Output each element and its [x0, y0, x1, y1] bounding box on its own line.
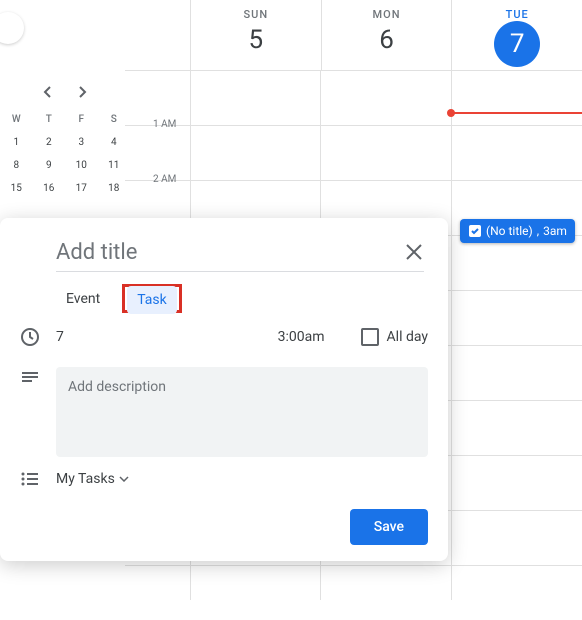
tab-event[interactable]: Event	[56, 285, 110, 313]
current-time-indicator	[451, 112, 582, 114]
date-value[interactable]: 7	[56, 329, 64, 345]
mini-date[interactable]: 17	[65, 177, 98, 200]
day-name: MON	[322, 8, 452, 21]
mini-weekday: W	[0, 108, 33, 131]
day-name: TUE	[452, 8, 582, 21]
hour-label: 1 AM	[153, 119, 176, 130]
description-input[interactable]: Add description	[56, 367, 428, 457]
task-list-name: My Tasks	[56, 471, 115, 487]
day-number[interactable]: 7	[494, 21, 540, 67]
day-number[interactable]: 5	[191, 25, 321, 55]
mini-date[interactable]: 15	[0, 177, 33, 200]
day-number[interactable]: 6	[322, 25, 452, 55]
all-day-checkbox[interactable]	[361, 328, 379, 346]
day-column[interactable]: SUN 5	[190, 0, 321, 70]
tab-task[interactable]: Task	[127, 286, 177, 314]
mini-date[interactable]: 1	[0, 131, 33, 154]
create-modal: Event Task 7 3:00am All day Add descript…	[0, 218, 448, 561]
check-icon	[468, 224, 482, 238]
time-value[interactable]: 3:00am	[278, 329, 325, 345]
day-column[interactable]: MON 6	[321, 0, 452, 70]
next-month-button[interactable]	[71, 80, 95, 104]
mini-date[interactable]: 10	[65, 154, 98, 177]
prev-month-button[interactable]	[35, 80, 59, 104]
day-name: SUN	[191, 8, 321, 21]
day-column[interactable]: TUE7	[451, 0, 582, 70]
mini-calendar: WTFS123489101115161718	[0, 76, 130, 200]
close-button[interactable]	[396, 234, 432, 270]
mini-date[interactable]: 9	[33, 154, 66, 177]
description-icon	[20, 369, 40, 389]
task-chip[interactable]: (No title), 3am	[460, 219, 575, 243]
mini-date[interactable]: 8	[0, 154, 33, 177]
mini-calendar-grid: WTFS123489101115161718	[0, 108, 130, 200]
mini-weekday: F	[65, 108, 98, 131]
mini-date[interactable]: 3	[65, 131, 98, 154]
mini-date[interactable]: 2	[33, 131, 66, 154]
mini-date[interactable]: 16	[33, 177, 66, 200]
chip-title: (No title)	[486, 224, 533, 238]
save-button[interactable]: Save	[350, 509, 428, 545]
chip-time: 3am	[543, 224, 567, 238]
clock-icon	[20, 327, 40, 347]
floating-button[interactable]	[0, 12, 24, 44]
mini-weekday: T	[33, 108, 66, 131]
all-day-label: All day	[387, 329, 428, 345]
hour-label: 2 AM	[153, 174, 176, 185]
title-input[interactable]	[56, 234, 424, 272]
task-list-dropdown[interactable]: My Tasks	[56, 471, 129, 487]
chevron-down-icon	[119, 476, 129, 482]
list-icon	[20, 469, 40, 489]
day-headers: SUN 5MON 6TUE7	[190, 0, 582, 70]
